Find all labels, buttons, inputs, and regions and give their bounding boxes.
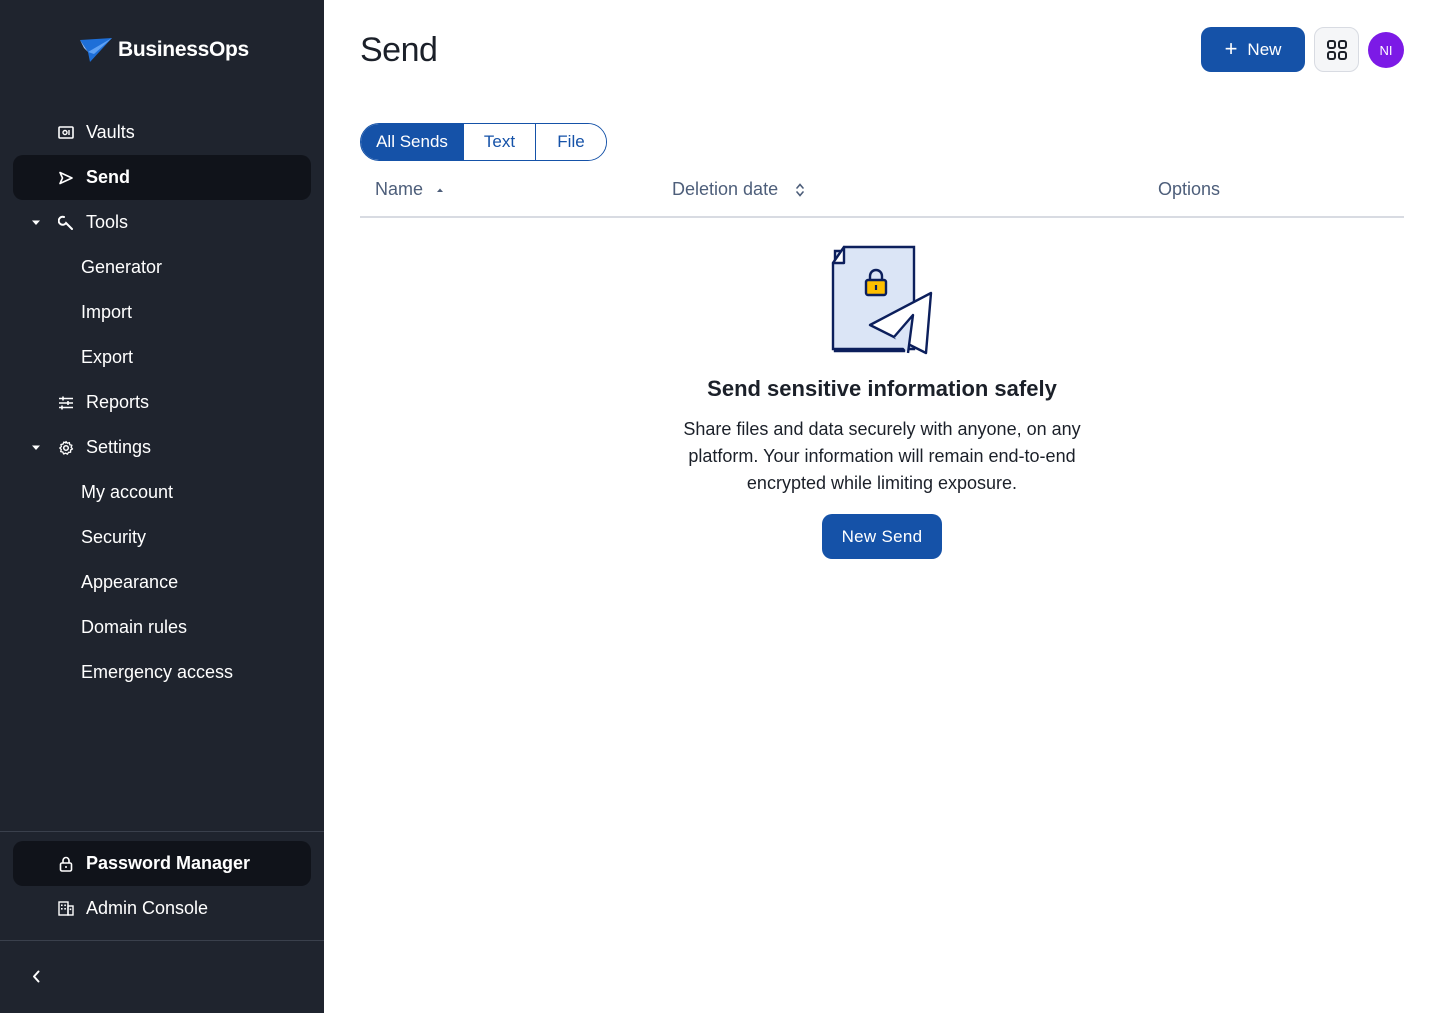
- sliders-icon: [57, 394, 75, 412]
- sidebar-item-import[interactable]: Import: [13, 290, 311, 335]
- grid-icon: [1326, 39, 1347, 60]
- building-icon: [57, 900, 75, 918]
- sidebar-item-export[interactable]: Export: [13, 335, 311, 380]
- new-button-label: New: [1247, 39, 1282, 59]
- filter-all-sends[interactable]: All Sends: [361, 124, 463, 160]
- filter-text[interactable]: Text: [463, 124, 535, 160]
- column-header-name[interactable]: Name: [375, 179, 445, 200]
- sidebar-item-label: Reports: [86, 392, 150, 412]
- column-header-deletion-date[interactable]: Deletion date: [672, 179, 804, 200]
- sidebar-item-tools[interactable]: Tools: [13, 200, 311, 245]
- sidebar-item-label: Appearance: [81, 572, 179, 592]
- vault-icon: [57, 124, 75, 142]
- sidebar-item-my-account[interactable]: My account: [13, 470, 311, 515]
- gear-icon: [57, 439, 75, 457]
- empty-state-title: Send sensitive information safely: [707, 376, 1057, 401]
- page-title: Send: [360, 31, 438, 69]
- sidebar-item-label: Vaults: [86, 122, 135, 142]
- column-label: Options: [1158, 179, 1221, 199]
- sidebar-item-label: Settings: [86, 437, 152, 457]
- product-switcher-admin-console[interactable]: Admin Console: [13, 886, 311, 931]
- caret-down-icon[interactable]: [30, 442, 42, 454]
- sidebar-item-label: Generator: [81, 257, 163, 277]
- send-icon: [57, 169, 75, 187]
- sidebar-item-label: Security: [81, 527, 147, 547]
- sidebar-item-label: Export: [81, 347, 134, 367]
- sidebar-item-vaults[interactable]: Vaults: [13, 110, 311, 155]
- sidebar-item-label: Import: [81, 302, 133, 322]
- lock-icon: [57, 855, 75, 873]
- sidebar-item-reports[interactable]: Reports: [13, 380, 311, 425]
- empty-state-description: Share files and data securely with anyon…: [683, 419, 1081, 493]
- column-label: Name: [375, 179, 424, 199]
- sidebar-divider: [0, 940, 324, 941]
- sidebar-item-label: Emergency access: [81, 662, 234, 682]
- sidebar-item-settings[interactable]: Settings: [13, 425, 311, 470]
- wrench-icon: [57, 214, 75, 232]
- sidebar-item-generator[interactable]: Generator: [13, 245, 311, 290]
- product-switcher-password-manager[interactable]: Password Manager: [13, 841, 311, 886]
- sidebar-item-label: Tools: [86, 212, 129, 232]
- sidebar-item-label: My account: [81, 482, 174, 502]
- sidebar-item-send[interactable]: Send: [13, 155, 311, 200]
- sort-both-icon: [796, 182, 804, 197]
- plus-icon: +: [1224, 35, 1238, 61]
- paper-plane-logo-icon: [80, 38, 112, 62]
- new-button[interactable]: + New: [1201, 27, 1305, 72]
- new-send-button[interactable]: New Send: [822, 514, 942, 559]
- send-type-filter: All Sends Text File: [360, 123, 607, 161]
- sidebar-divider: [0, 831, 324, 832]
- column-label: Deletion date: [672, 179, 779, 199]
- sidebar-item-label: Domain rules: [81, 617, 188, 637]
- sidebar-item-appearance[interactable]: Appearance: [13, 560, 311, 605]
- brand-name: BusinessOps: [118, 38, 249, 61]
- column-header-options: Options: [1158, 179, 1220, 200]
- avatar[interactable]: NI: [1368, 32, 1404, 68]
- brand-logo[interactable]: BusinessOps: [78, 34, 249, 66]
- sidebar-item-label: Admin Console: [86, 898, 209, 918]
- sidebar-item-emergency-access[interactable]: Emergency access: [13, 650, 311, 695]
- filter-file[interactable]: File: [535, 124, 606, 160]
- table-header: Name Deletion date Options: [360, 170, 1404, 218]
- sidebar: BusinessOps Vaults Send Tools Generator …: [0, 0, 324, 1013]
- sort-ascending-icon: [435, 187, 445, 193]
- sidebar-item-domain-rules[interactable]: Domain rules: [13, 605, 311, 650]
- product-switcher-button[interactable]: [1314, 27, 1359, 72]
- secure-send-illustration: [831, 245, 933, 355]
- chevron-left-icon: [33, 970, 40, 982]
- caret-down-icon[interactable]: [30, 217, 42, 229]
- sidebar-item-security[interactable]: Security: [13, 515, 311, 560]
- collapse-sidebar-button[interactable]: [22, 964, 50, 988]
- sidebar-item-label: Password Manager: [86, 853, 251, 873]
- sidebar-item-label: Send: [86, 167, 131, 187]
